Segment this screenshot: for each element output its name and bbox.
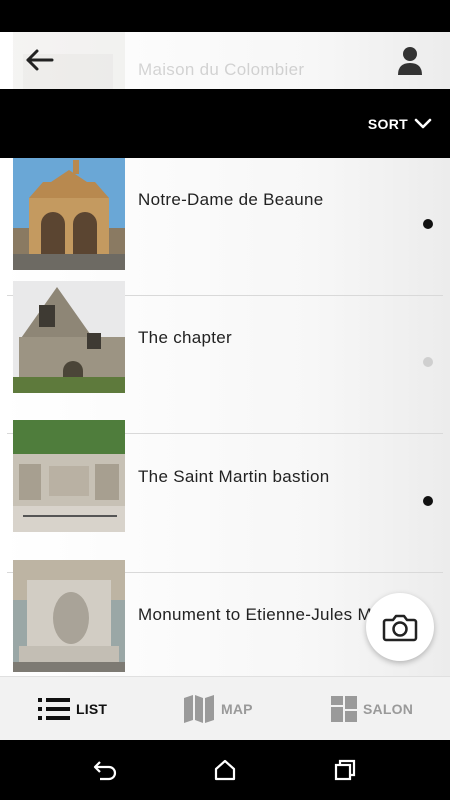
- place-title: Maison du Colombier: [138, 60, 305, 79]
- back-button[interactable]: [22, 44, 58, 76]
- list-item[interactable]: The Saint Martin bastion: [7, 420, 443, 573]
- place-title: Notre-Dame de Beaune: [138, 190, 324, 209]
- place-thumbnail: [13, 281, 125, 393]
- unvisited-indicator: [423, 357, 433, 367]
- profile-button[interactable]: [393, 44, 427, 76]
- place-thumbnail: [13, 420, 125, 532]
- list-icon: [38, 697, 70, 720]
- back-nav-button[interactable]: [92, 758, 118, 782]
- chevron-down-icon: [414, 118, 432, 129]
- place-title: The chapter: [138, 328, 233, 347]
- home-nav-button[interactable]: [212, 758, 238, 782]
- tab-map[interactable]: MAP: [183, 677, 253, 740]
- list-item[interactable]: Notre-Dame de Beaune: [7, 158, 443, 296]
- system-nav-bar: [0, 740, 450, 800]
- camera-icon: [382, 614, 418, 642]
- map-icon: [184, 694, 214, 723]
- tab-label: SALON: [363, 700, 413, 717]
- back-arrow-icon: [26, 49, 54, 71]
- recents-icon: [334, 759, 356, 781]
- grid-icon: [331, 695, 357, 722]
- tab-salon[interactable]: SALON: [331, 677, 413, 740]
- bottom-tab-bar: LIST MAP SALON: [0, 676, 450, 740]
- recents-nav-button[interactable]: [332, 758, 358, 782]
- place-thumbnail: [13, 560, 125, 672]
- home-icon: [214, 759, 236, 781]
- tab-label: MAP: [221, 700, 253, 717]
- camera-button[interactable]: [366, 593, 434, 661]
- tab-list[interactable]: LIST: [38, 677, 107, 740]
- return-arrow-icon: [93, 761, 117, 781]
- user-icon: [398, 47, 422, 75]
- place-title: The Saint Martin bastion: [138, 467, 330, 486]
- list-item[interactable]: The chapter: [7, 281, 443, 434]
- sort-button[interactable]: SORT: [368, 113, 432, 135]
- tab-label: LIST: [76, 700, 108, 717]
- sort-label: SORT: [367, 116, 408, 132]
- visited-indicator: [423, 496, 433, 506]
- place-thumbnail: [13, 158, 125, 270]
- sort-bar: SORT: [0, 89, 450, 158]
- visited-indicator: [423, 219, 433, 229]
- status-bar: [0, 0, 450, 32]
